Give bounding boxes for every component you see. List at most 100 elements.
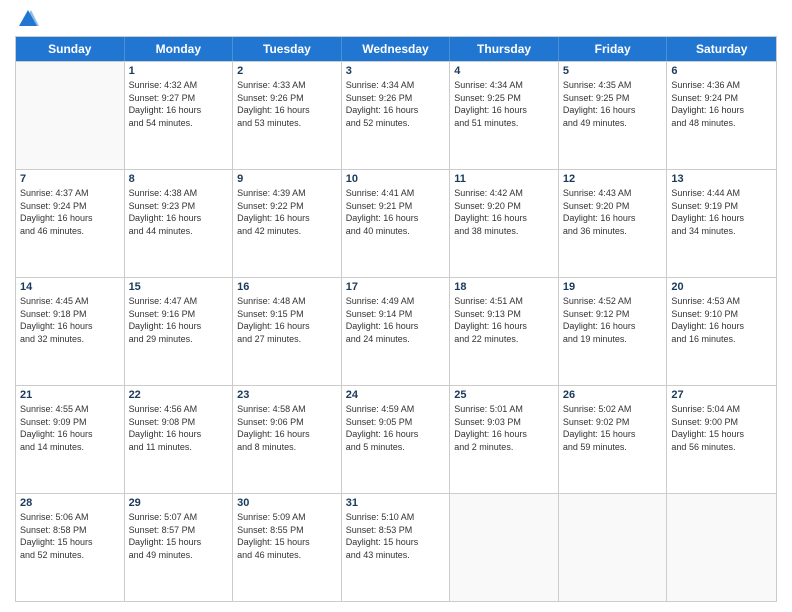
day-number: 2 <box>237 65 337 77</box>
table-row: 22Sunrise: 4:56 AM Sunset: 9:08 PM Dayli… <box>125 386 234 493</box>
day-info: Sunrise: 4:36 AM Sunset: 9:24 PM Dayligh… <box>671 79 772 129</box>
day-number: 7 <box>20 173 120 185</box>
day-info: Sunrise: 4:37 AM Sunset: 9:24 PM Dayligh… <box>20 187 120 237</box>
table-row: 13 Sunrise: 4:44 AM Sunset: 9:19 PM Dayli… <box>667 170 776 277</box>
table-row: 6 Sunrise: 4:36 AM Sunset: 9:24 PM Daylig… <box>667 62 776 169</box>
table-row: 31 Sunrise: 5:10 AM Sunset: 8:53 PM Dayli… <box>342 494 451 601</box>
table-row: 19 Sunrise: 4:52 AM Sunset: 9:12 PM Dayli… <box>559 278 668 385</box>
day-number: 17 <box>346 281 446 293</box>
day-info: Sunrise: 4:33 AM Sunset: 9:26 PM Dayligh… <box>237 79 337 129</box>
table-row <box>16 62 125 169</box>
day-number: 4 <box>454 65 554 77</box>
table-row: 12Sunrise: 4:43 AM Sunset: 9:20 PM Dayli… <box>559 170 668 277</box>
day-info: Sunrise: 4:55 AM Sunset: 9:09 PM Dayligh… <box>20 403 120 453</box>
cal-header-thursday: Thursday <box>450 37 559 61</box>
table-row: 4 Sunrise: 4:34 AM Sunset: 9:25 PM Daylig… <box>450 62 559 169</box>
table-row: 20 Sunrise: 4:53 AM Sunset: 9:10 PM Dayli… <box>667 278 776 385</box>
day-info: Sunrise: 4:56 AM Sunset: 9:08 PM Dayligh… <box>129 403 229 453</box>
table-row: 18 Sunrise: 4:51 AM Sunset: 9:13 PM Dayli… <box>450 278 559 385</box>
cal-week-1: 1Sunrise: 4:32 AM Sunset: 9:27 PM Daylig… <box>16 61 776 169</box>
page: SundayMondayTuesdayWednesdayThursdayFrid… <box>0 0 792 612</box>
day-info: Sunrise: 4:45 AM Sunset: 9:18 PM Dayligh… <box>20 295 120 345</box>
day-number: 11 <box>454 173 554 185</box>
table-row: 28 Sunrise: 5:06 AM Sunset: 8:58 PM Dayli… <box>16 494 125 601</box>
day-number: 20 <box>671 281 772 293</box>
day-info: Sunrise: 4:32 AM Sunset: 9:27 PM Dayligh… <box>129 79 229 129</box>
day-number: 30 <box>237 497 337 509</box>
table-row: 8Sunrise: 4:38 AM Sunset: 9:23 PM Daylig… <box>125 170 234 277</box>
table-row: 1Sunrise: 4:32 AM Sunset: 9:27 PM Daylig… <box>125 62 234 169</box>
day-number: 10 <box>346 173 446 185</box>
day-info: Sunrise: 4:34 AM Sunset: 9:26 PM Dayligh… <box>346 79 446 129</box>
day-number: 25 <box>454 389 554 401</box>
cal-week-3: 14Sunrise: 4:45 AM Sunset: 9:18 PM Dayli… <box>16 277 776 385</box>
day-info: Sunrise: 4:58 AM Sunset: 9:06 PM Dayligh… <box>237 403 337 453</box>
table-row: 15 Sunrise: 4:47 AM Sunset: 9:16 PM Dayli… <box>125 278 234 385</box>
day-info: Sunrise: 4:35 AM Sunset: 9:25 PM Dayligh… <box>563 79 663 129</box>
day-info: Sunrise: 5:07 AM Sunset: 8:57 PM Dayligh… <box>129 511 229 561</box>
day-number: 13 <box>671 173 772 185</box>
day-info: Sunrise: 4:42 AM Sunset: 9:20 PM Dayligh… <box>454 187 554 237</box>
table-row: 30 Sunrise: 5:09 AM Sunset: 8:55 PM Dayli… <box>233 494 342 601</box>
table-row <box>450 494 559 601</box>
day-number: 31 <box>346 497 446 509</box>
day-number: 6 <box>671 65 772 77</box>
table-row: 17 Sunrise: 4:49 AM Sunset: 9:14 PM Dayli… <box>342 278 451 385</box>
day-info: Sunrise: 4:41 AM Sunset: 9:21 PM Dayligh… <box>346 187 446 237</box>
day-number: 15 <box>129 281 229 293</box>
calendar: SundayMondayTuesdayWednesdayThursdayFrid… <box>15 36 777 602</box>
day-info: Sunrise: 4:51 AM Sunset: 9:13 PM Dayligh… <box>454 295 554 345</box>
cal-header-friday: Friday <box>559 37 668 61</box>
day-number: 28 <box>20 497 120 509</box>
table-row: 7 Sunrise: 4:37 AM Sunset: 9:24 PM Daylig… <box>16 170 125 277</box>
calendar-body: 1Sunrise: 4:32 AM Sunset: 9:27 PM Daylig… <box>16 61 776 601</box>
calendar-header-row: SundayMondayTuesdayWednesdayThursdayFrid… <box>16 37 776 61</box>
day-number: 27 <box>671 389 772 401</box>
day-number: 23 <box>237 389 337 401</box>
day-number: 9 <box>237 173 337 185</box>
table-row <box>559 494 668 601</box>
day-info: Sunrise: 5:01 AM Sunset: 9:03 PM Dayligh… <box>454 403 554 453</box>
day-number: 26 <box>563 389 663 401</box>
day-number: 29 <box>129 497 229 509</box>
day-info: Sunrise: 4:44 AM Sunset: 9:19 PM Dayligh… <box>671 187 772 237</box>
table-row <box>667 494 776 601</box>
day-info: Sunrise: 4:39 AM Sunset: 9:22 PM Dayligh… <box>237 187 337 237</box>
day-info: Sunrise: 5:02 AM Sunset: 9:02 PM Dayligh… <box>563 403 663 453</box>
table-row: 25 Sunrise: 5:01 AM Sunset: 9:03 PM Dayli… <box>450 386 559 493</box>
cal-week-4: 21 Sunrise: 4:55 AM Sunset: 9:09 PM Dayli… <box>16 385 776 493</box>
day-number: 24 <box>346 389 446 401</box>
table-row: 2 Sunrise: 4:33 AM Sunset: 9:26 PM Daylig… <box>233 62 342 169</box>
day-info: Sunrise: 4:38 AM Sunset: 9:23 PM Dayligh… <box>129 187 229 237</box>
day-info: Sunrise: 4:34 AM Sunset: 9:25 PM Dayligh… <box>454 79 554 129</box>
day-info: Sunrise: 4:59 AM Sunset: 9:05 PM Dayligh… <box>346 403 446 453</box>
day-info: Sunrise: 4:49 AM Sunset: 9:14 PM Dayligh… <box>346 295 446 345</box>
day-number: 16 <box>237 281 337 293</box>
cal-header-tuesday: Tuesday <box>233 37 342 61</box>
day-info: Sunrise: 4:48 AM Sunset: 9:15 PM Dayligh… <box>237 295 337 345</box>
day-info: Sunrise: 4:53 AM Sunset: 9:10 PM Dayligh… <box>671 295 772 345</box>
day-number: 5 <box>563 65 663 77</box>
day-number: 3 <box>346 65 446 77</box>
day-number: 21 <box>20 389 120 401</box>
day-info: Sunrise: 4:47 AM Sunset: 9:16 PM Dayligh… <box>129 295 229 345</box>
table-row: 16 Sunrise: 4:48 AM Sunset: 9:15 PM Dayli… <box>233 278 342 385</box>
cal-header-wednesday: Wednesday <box>342 37 451 61</box>
day-info: Sunrise: 5:04 AM Sunset: 9:00 PM Dayligh… <box>671 403 772 453</box>
table-row: 27 Sunrise: 5:04 AM Sunset: 9:00 PM Dayli… <box>667 386 776 493</box>
day-info: Sunrise: 5:06 AM Sunset: 8:58 PM Dayligh… <box>20 511 120 561</box>
cal-header-monday: Monday <box>125 37 234 61</box>
header <box>15 10 777 30</box>
day-info: Sunrise: 5:10 AM Sunset: 8:53 PM Dayligh… <box>346 511 446 561</box>
table-row: 9 Sunrise: 4:39 AM Sunset: 9:22 PM Daylig… <box>233 170 342 277</box>
day-number: 19 <box>563 281 663 293</box>
cal-header-saturday: Saturday <box>667 37 776 61</box>
table-row: 10 Sunrise: 4:41 AM Sunset: 9:21 PM Dayli… <box>342 170 451 277</box>
day-info: Sunrise: 4:52 AM Sunset: 9:12 PM Dayligh… <box>563 295 663 345</box>
day-number: 18 <box>454 281 554 293</box>
day-number: 12 <box>563 173 663 185</box>
table-row: 14Sunrise: 4:45 AM Sunset: 9:18 PM Dayli… <box>16 278 125 385</box>
table-row: 3 Sunrise: 4:34 AM Sunset: 9:26 PM Daylig… <box>342 62 451 169</box>
day-info: Sunrise: 5:09 AM Sunset: 8:55 PM Dayligh… <box>237 511 337 561</box>
cal-week-5: 28 Sunrise: 5:06 AM Sunset: 8:58 PM Dayli… <box>16 493 776 601</box>
